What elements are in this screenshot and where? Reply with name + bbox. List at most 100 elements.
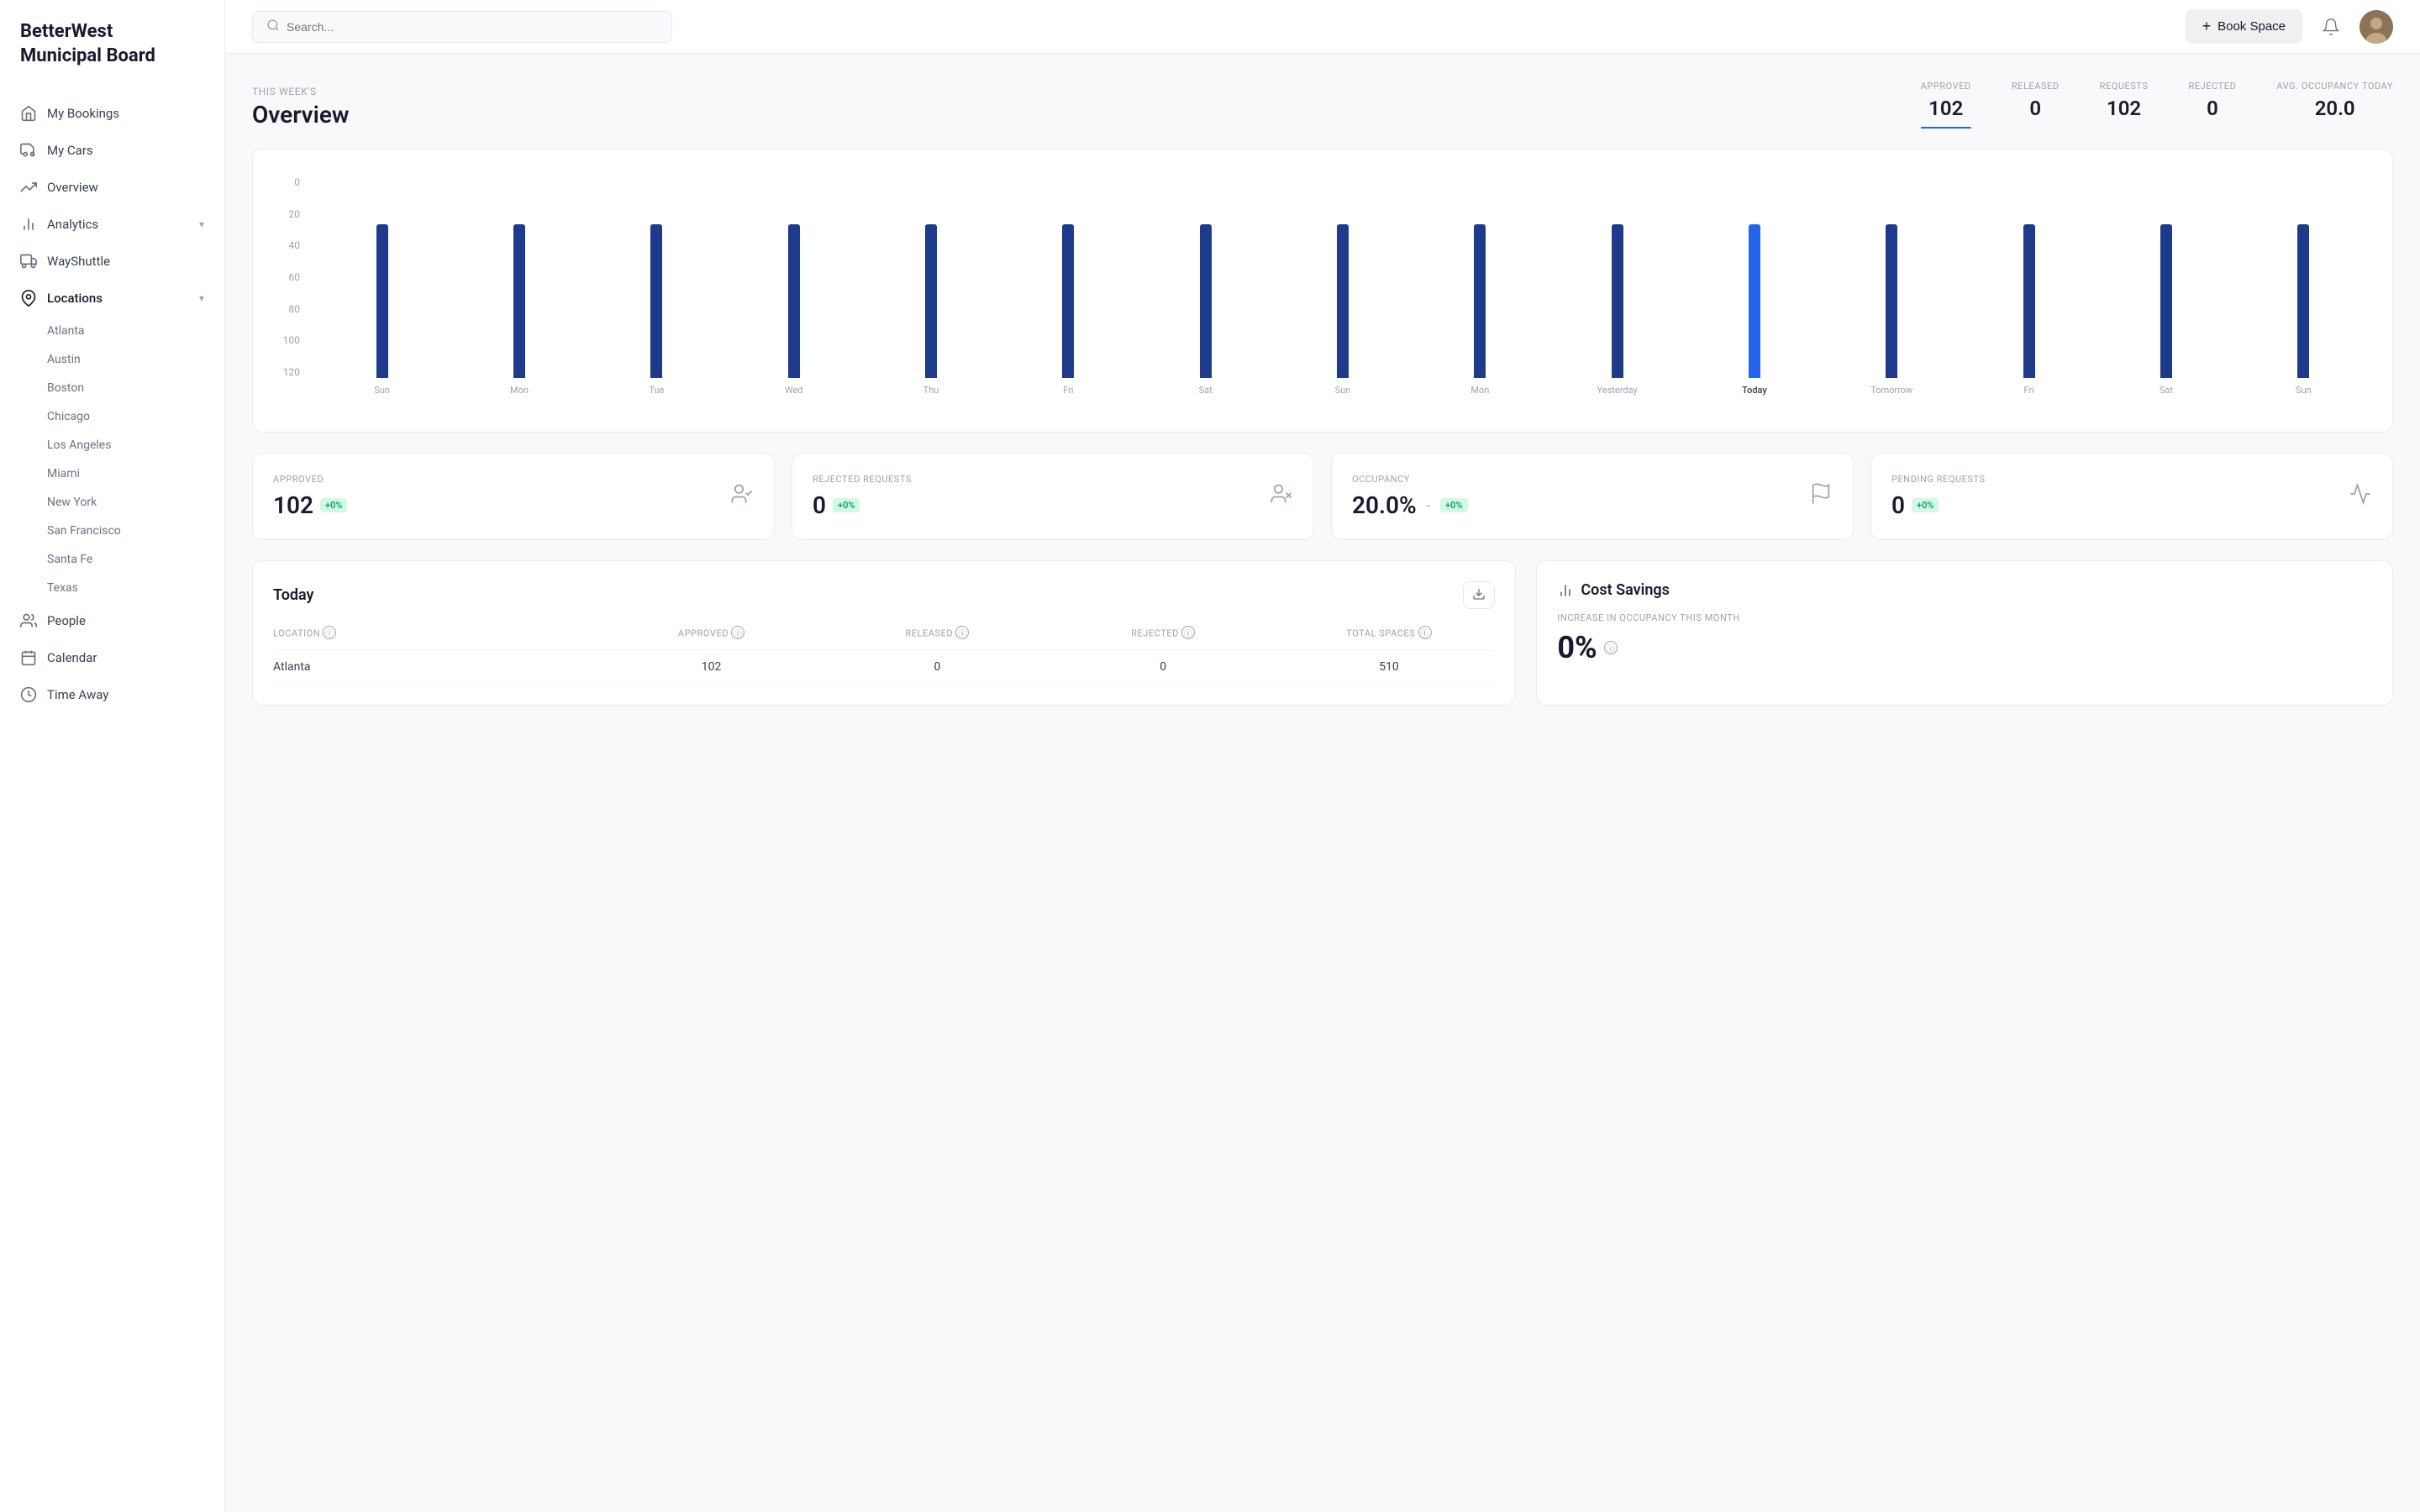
bar-10 xyxy=(1749,224,1760,378)
y-label-0: 0 xyxy=(273,176,307,188)
x-labels: SunMonTueWedThuFriSatSunMonYesterdayToda… xyxy=(313,385,2372,396)
app-logo: BetterWest Municipal Board xyxy=(0,20,224,95)
td-approved-atlanta: 102 xyxy=(605,660,818,674)
sidebar-item-my-bookings[interactable]: My Bookings xyxy=(0,95,224,132)
sidebar-label-wayshuttle: WayShuttle xyxy=(47,254,110,269)
table-header: LOCATION ⓘ APPROVED ⓘ RELEASED ⓘ REJECTE… xyxy=(273,626,1495,650)
info-icon-approved[interactable]: ⓘ xyxy=(731,626,744,639)
x-label-4: Thu xyxy=(862,385,999,396)
info-icon-location[interactable]: ⓘ xyxy=(323,626,336,639)
user-avatar[interactable] xyxy=(2360,10,2393,44)
sidebar-label-calendar: Calendar xyxy=(47,650,97,665)
cost-savings-header: Cost Savings xyxy=(1557,581,2372,599)
chevron-down-icon-locations: ▾ xyxy=(199,292,204,304)
location-item-chicago[interactable]: Chicago xyxy=(0,402,224,431)
map-pin-icon xyxy=(20,290,37,307)
stat-rejected-value: 0 xyxy=(2189,97,2237,120)
sidebar-item-locations[interactable]: Locations ▾ xyxy=(0,280,224,317)
book-space-label: Book Space xyxy=(2217,19,2286,34)
today-section: Today LOCATION ⓘ APPROVED ⓘ RELEASED ⓘ xyxy=(252,560,1516,706)
x-label-12: Fri xyxy=(1960,385,2097,396)
card-pending-value: 0 xyxy=(1891,491,1905,519)
sidebar-item-calendar[interactable]: Calendar xyxy=(0,639,224,676)
x-label-13: Sat xyxy=(2097,385,2234,396)
x-label-7: Sun xyxy=(1274,385,1411,396)
sidebar-item-overview[interactable]: Overview xyxy=(0,169,224,206)
sidebar-item-wayshuttle[interactable]: WayShuttle xyxy=(0,243,224,280)
bar-0 xyxy=(376,224,388,378)
th-total-spaces: TOTAL SPACES ⓘ xyxy=(1283,626,1496,639)
card-rejected-badge: +0% xyxy=(833,498,860,512)
sidebar-item-time-away[interactable]: Time Away xyxy=(0,676,224,713)
sidebar-item-people[interactable]: People xyxy=(0,602,224,639)
info-icon-occupancy-increase[interactable]: ⓘ xyxy=(1604,641,1618,654)
main-content: + Book Space THIS WEEK'S Overview xyxy=(225,0,2420,1512)
location-item-miami[interactable]: Miami xyxy=(0,459,224,488)
card-rejected: REJECTED REQUESTS 0 +0% xyxy=(792,453,1314,540)
bar-7 xyxy=(1337,224,1349,378)
info-icon-rejected[interactable]: ⓘ xyxy=(1181,626,1195,639)
location-item-austin[interactable]: Austin xyxy=(0,345,224,374)
info-icon-released[interactable]: ⓘ xyxy=(955,626,969,639)
bar-group-12 xyxy=(1960,176,2097,378)
bar-4 xyxy=(925,224,937,378)
location-item-los-angeles[interactable]: Los Angeles xyxy=(0,431,224,459)
overview-stats: APPROVED 102 RELEASED 0 REQUESTS 102 REJ… xyxy=(1921,81,2393,129)
bar-group-3 xyxy=(725,176,862,378)
sidebar-item-my-cars[interactable]: My Cars xyxy=(0,132,224,169)
location-item-boston[interactable]: Boston xyxy=(0,374,224,402)
search-wrapper[interactable] xyxy=(252,11,672,43)
card-approved: APPROVED 102 +0% xyxy=(252,453,775,540)
stat-approved-label: APPROVED xyxy=(1921,81,1971,92)
sidebar-nav: My Bookings My Cars Overview Analytics ▾ xyxy=(0,95,224,713)
location-item-san-francisco[interactable]: San Francisco xyxy=(0,517,224,545)
home-icon xyxy=(20,105,37,122)
card-pending-value-row: 0 +0% xyxy=(1891,491,1986,519)
location-item-atlanta[interactable]: Atlanta xyxy=(0,317,224,345)
location-item-new-york[interactable]: New York xyxy=(0,488,224,517)
card-approved-value-row: 102 +0% xyxy=(273,491,347,519)
location-item-santa-fe[interactable]: Santa Fe xyxy=(0,545,224,574)
th-rejected: REJECTED ⓘ xyxy=(1057,626,1270,639)
card-occupancy-badge: +0% xyxy=(1440,498,1467,512)
sidebar-label-my-cars: My Cars xyxy=(47,143,93,158)
x-label-3: Wed xyxy=(725,385,862,396)
card-occupancy-left: OCCUPANCY 20.0% - +0% xyxy=(1352,474,1468,519)
card-approved-label: APPROVED xyxy=(273,474,347,485)
x-label-10: Today xyxy=(1686,385,1823,396)
card-pending: PENDING REQUESTS 0 +0% xyxy=(1870,453,2393,540)
occupancy-increase-label: INCREASE IN OCCUPANCY THIS MONTH xyxy=(1557,612,2372,623)
stat-approved-value: 102 xyxy=(1921,97,1971,120)
download-button[interactable] xyxy=(1463,581,1495,609)
bar-group-13 xyxy=(2097,176,2234,378)
card-approved-value: 102 xyxy=(273,491,313,519)
location-item-texas[interactable]: Texas xyxy=(0,574,224,602)
overview-title-block: THIS WEEK'S Overview xyxy=(252,86,350,129)
bar-5 xyxy=(1062,224,1074,378)
info-icon-total-spaces[interactable]: ⓘ xyxy=(1418,626,1432,639)
card-pending-badge: +0% xyxy=(1912,498,1939,512)
bus-icon xyxy=(20,253,37,270)
th-released: RELEASED ⓘ xyxy=(831,626,1044,639)
bar-12 xyxy=(2023,224,2035,378)
y-label-20: 20 xyxy=(273,208,307,220)
book-space-button[interactable]: + Book Space xyxy=(2186,9,2302,44)
card-occupancy-value: 20.0% xyxy=(1352,491,1417,519)
card-pending-left: PENDING REQUESTS 0 +0% xyxy=(1891,474,1986,519)
x-label-14: Sun xyxy=(2235,385,2372,396)
sidebar: BetterWest Municipal Board My Bookings M… xyxy=(0,0,225,1512)
bar-group-14 xyxy=(2235,176,2372,378)
sidebar-item-analytics[interactable]: Analytics ▾ xyxy=(0,206,224,243)
td-rejected-atlanta: 0 xyxy=(1057,660,1270,674)
bar-8 xyxy=(1474,224,1486,378)
card-pending-label: PENDING REQUESTS xyxy=(1891,474,1986,485)
bar-3 xyxy=(788,224,800,378)
stat-rejected-label: REJECTED xyxy=(2189,81,2237,92)
users-icon xyxy=(20,612,37,629)
search-input[interactable] xyxy=(287,20,658,34)
y-label-80: 80 xyxy=(273,303,307,315)
card-rejected-value: 0 xyxy=(813,491,826,519)
y-label-60: 60 xyxy=(273,271,307,283)
notification-button[interactable] xyxy=(2316,12,2346,42)
this-weeks-label: THIS WEEK'S xyxy=(252,86,350,97)
